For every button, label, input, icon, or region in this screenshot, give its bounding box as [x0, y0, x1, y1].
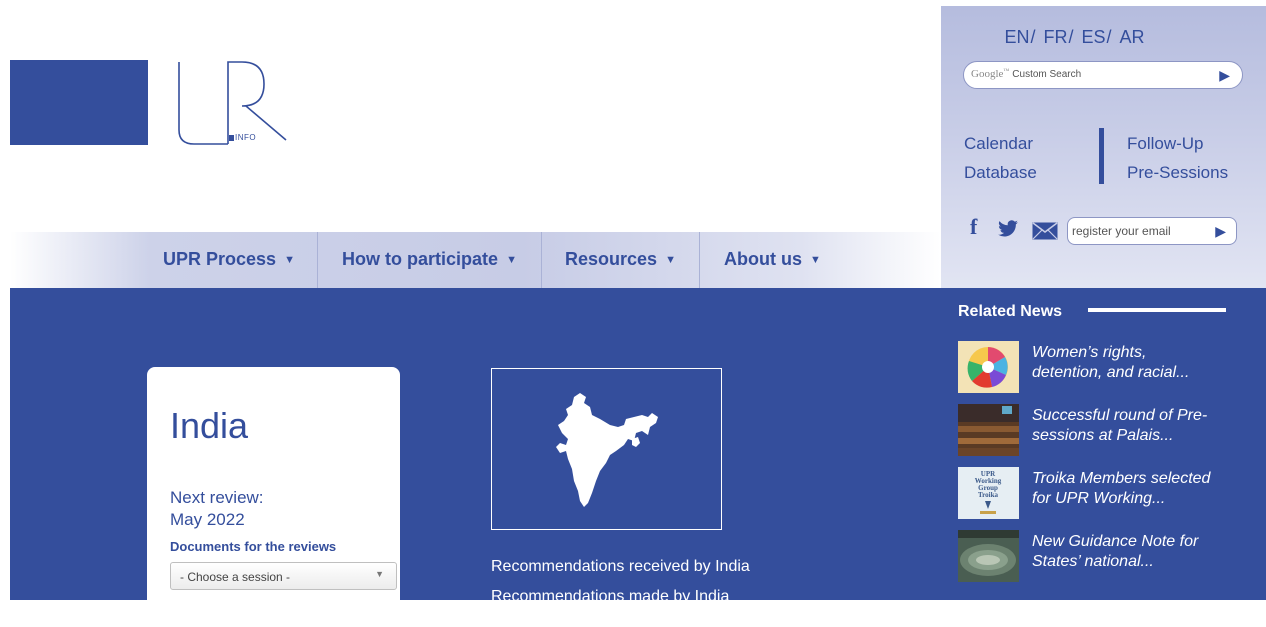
- facebook-icon[interactable]: f: [970, 214, 977, 239]
- google-custom-search-label: Google™ Custom Search: [971, 68, 1082, 80]
- logo-block[interactable]: [10, 60, 148, 145]
- session-select[interactable]: - Choose a session - ▼: [170, 562, 397, 590]
- svg-text:Troika: Troika: [978, 491, 998, 499]
- database-link[interactable]: Database: [964, 163, 1037, 183]
- social-links: f: [970, 214, 977, 240]
- news-thumbnail[interactable]: [958, 404, 1019, 456]
- session-select-value: - Choose a session -: [180, 570, 291, 584]
- nav-about-us-label: About us: [724, 249, 803, 269]
- lang-fr[interactable]: FR: [1043, 27, 1067, 47]
- calendar-link[interactable]: Calendar: [964, 134, 1033, 154]
- nav-how-to-participate[interactable]: How to participate ▼: [318, 232, 541, 288]
- utility-panel: EN/ FR/ ES/ AR Google™ Custom Search ▶ Ca…: [941, 6, 1266, 288]
- news-headline[interactable]: Women’s rights, detention, and racial...: [1032, 343, 1232, 383]
- news-headline[interactable]: Successful round of Pre-sessions at Pala…: [1032, 406, 1232, 446]
- news-thumbnail[interactable]: [958, 341, 1019, 393]
- next-review-date: May 2022: [170, 510, 245, 529]
- chevron-down-icon: ▼: [810, 254, 821, 266]
- country-title: India: [170, 405, 249, 446]
- news-item[interactable]: UPR Working Group Troika Troika Members …: [958, 467, 1248, 519]
- lang-en[interactable]: EN: [1004, 27, 1029, 47]
- related-news-rule: [1088, 308, 1226, 312]
- news-thumbnail[interactable]: UPR Working Group Troika: [958, 467, 1019, 519]
- nav-resources[interactable]: Resources ▼: [542, 232, 699, 288]
- chevron-down-icon: ▼: [665, 254, 676, 266]
- nav-about-us[interactable]: About us ▼: [700, 232, 845, 288]
- lang-ar[interactable]: AR: [1120, 27, 1145, 47]
- lang-es[interactable]: ES: [1082, 27, 1106, 47]
- search-submit-icon[interactable]: ▶: [1219, 67, 1230, 84]
- main-navigation: UPR Process ▼ How to participate ▼ Resourc…: [10, 232, 941, 288]
- follow-up-link[interactable]: Follow-Up: [1127, 134, 1204, 154]
- chevron-down-icon: ▼: [284, 254, 295, 266]
- nav-how-to-participate-label: How to participate: [342, 249, 499, 269]
- dropdown-arrow-icon: ▼: [375, 569, 384, 579]
- newsletter-placeholder: register your email: [1072, 224, 1171, 238]
- news-headline[interactable]: Troika Members selected for UPR Working..…: [1032, 469, 1232, 509]
- recommendations-received-link[interactable]: Recommendations received by India: [491, 558, 750, 576]
- search-input[interactable]: Google™ Custom Search ▶: [963, 61, 1243, 89]
- country-map: [491, 368, 722, 530]
- documents-heading: Documents for the reviews: [170, 539, 337, 554]
- newsletter-email-field[interactable]: register your email ▶: [1067, 217, 1237, 245]
- pre-sessions-link[interactable]: Pre-Sessions: [1127, 163, 1228, 183]
- language-switcher: EN/ FR/ ES/ AR: [1004, 27, 1145, 47]
- email-icon[interactable]: [1032, 222, 1058, 240]
- news-item[interactable]: Successful round of Pre-sessions at Pala…: [958, 404, 1248, 456]
- newsletter-submit-icon[interactable]: ▶: [1215, 223, 1226, 240]
- news-thumbnail[interactable]: [958, 530, 1019, 582]
- nav-resources-label: Resources: [565, 249, 658, 269]
- india-map-icon: [556, 393, 658, 507]
- news-headline[interactable]: New Guidance Note for States’ national...: [1032, 532, 1232, 572]
- news-item[interactable]: New Guidance Note for States’ national...: [958, 530, 1248, 582]
- chevron-down-icon: ▼: [506, 254, 517, 266]
- next-review-label: Next review:: [170, 488, 264, 507]
- next-review: Next review: May 2022: [170, 487, 264, 531]
- logo-info-text: INFO: [229, 133, 256, 142]
- related-news-title: Related News: [958, 303, 1063, 320]
- country-card: India Next review: May 2022 Documents fo…: [147, 367, 400, 627]
- nav-upr-process[interactable]: UPR Process ▼: [140, 232, 318, 288]
- twitter-icon[interactable]: [997, 220, 1019, 238]
- news-item[interactable]: Women’s rights, detention, and racial...: [958, 341, 1248, 393]
- quick-links-divider: [1099, 128, 1104, 184]
- recommendations-made-link[interactable]: Recommendations made by India: [491, 588, 729, 606]
- nav-upr-process-label: UPR Process: [163, 249, 277, 269]
